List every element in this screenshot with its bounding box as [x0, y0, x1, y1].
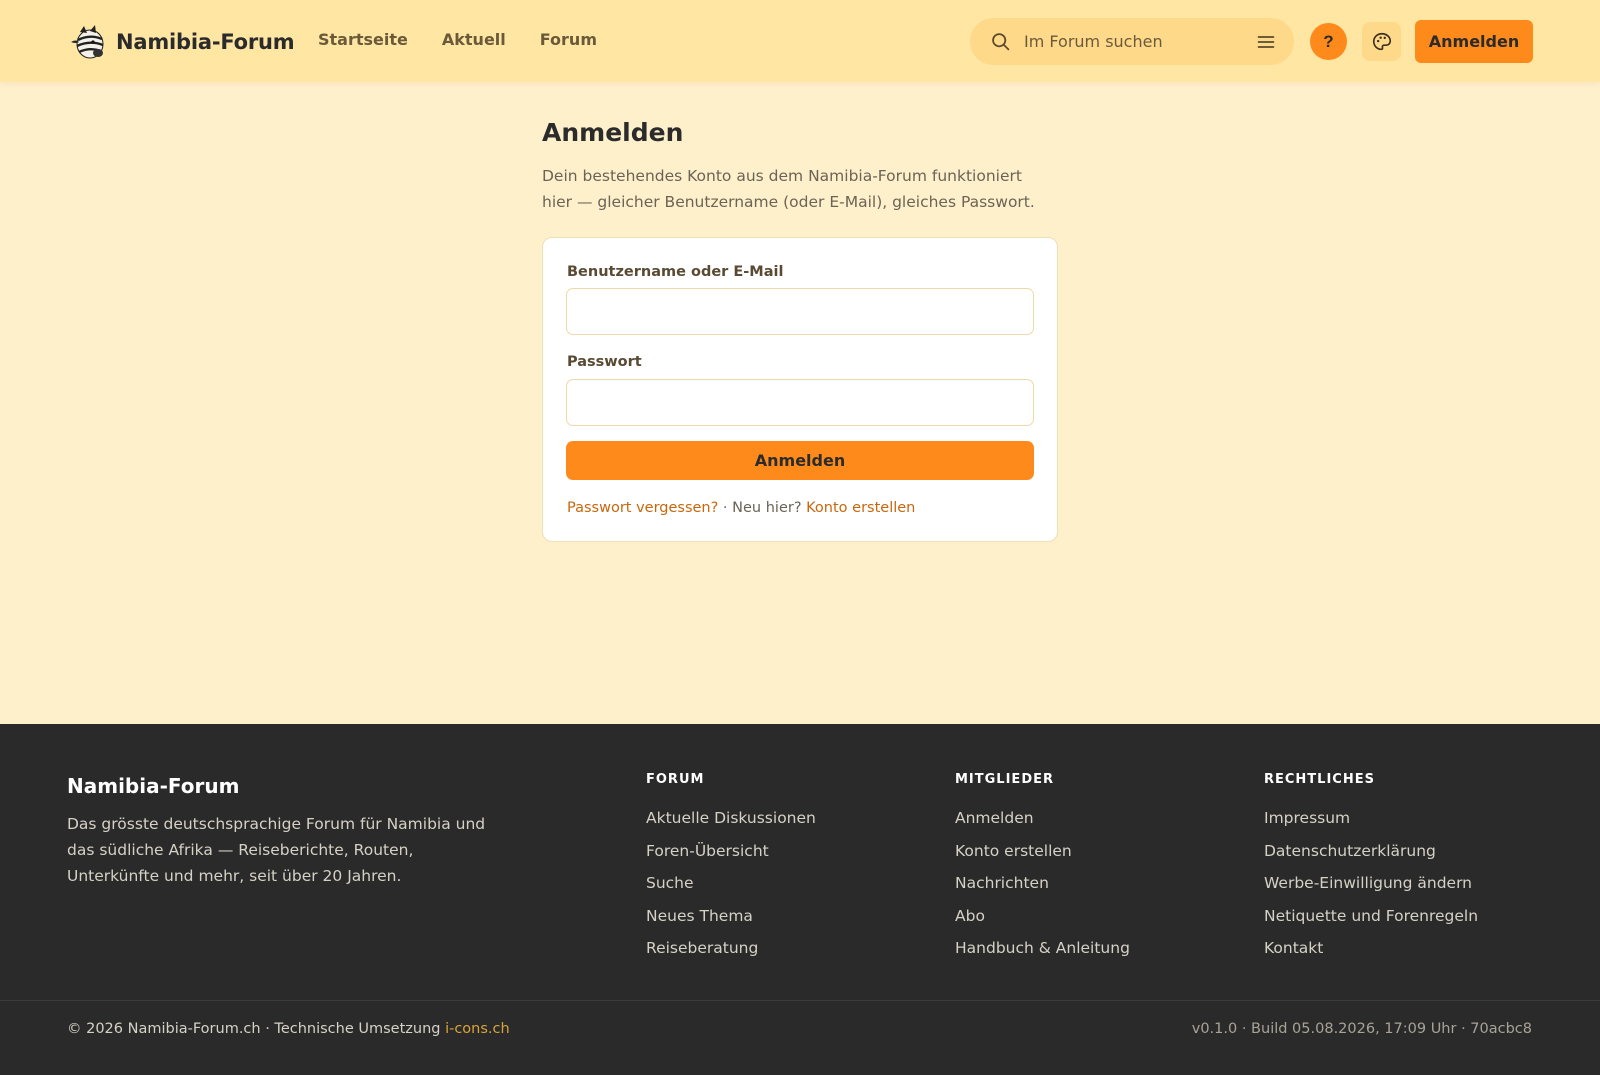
footer-brand: Namibia-Forum — [67, 774, 240, 798]
login-submit-button[interactable]: Anmelden — [566, 441, 1034, 480]
footer-link[interactable]: Reiseberatung — [646, 938, 816, 971]
site-footer: Namibia-Forum Das grösste deutschsprachi… — [0, 724, 1600, 1075]
nav-startseite[interactable]: Startseite — [318, 30, 408, 49]
forgot-password-link[interactable]: Passwort vergessen? — [567, 500, 718, 516]
password-label: Passwort — [567, 354, 642, 370]
page-title: Anmelden — [542, 118, 684, 147]
footer-column-title: MITGLIEDER — [955, 772, 1054, 787]
main-nav: Startseite Aktuell Forum — [318, 30, 631, 49]
footer-link[interactable]: Abo — [955, 906, 1130, 939]
footer-link[interactable]: Datenschutzerklärung — [1264, 841, 1478, 874]
login-section: Anmelden Dein bestehendes Konto aus dem … — [542, 118, 1058, 542]
nav-aktuell[interactable]: Aktuell — [442, 30, 506, 49]
brand-home-link[interactable]: Namibia-Forum — [68, 22, 295, 62]
header-login-button[interactable]: Anmelden — [1415, 20, 1533, 63]
zebra-logo-icon — [71, 25, 104, 59]
help-button[interactable]: ? — [1310, 23, 1347, 60]
copyright-text: © 2026 Namibia-Forum.ch · Technische Ums… — [67, 1021, 446, 1037]
footer-link[interactable]: Nachrichten — [955, 873, 1130, 906]
footer-copyright: © 2026 Namibia-Forum.ch · Technische Ums… — [67, 1021, 510, 1037]
footer-link[interactable]: Foren-Übersicht — [646, 841, 816, 874]
brand-name: Namibia-Forum — [116, 30, 295, 54]
footer-link[interactable]: Werbe-Einwilligung ändern — [1264, 873, 1478, 906]
username-input[interactable] — [566, 288, 1034, 335]
footer-link[interactable]: Impressum — [1264, 808, 1478, 841]
footer-link[interactable]: Kontakt — [1264, 938, 1478, 971]
footer-column-rechtliches: RECHTLICHES Impressum Datenschutzerkläru… — [1264, 772, 1478, 971]
footer-link[interactable]: Handbuch & Anleitung — [955, 938, 1130, 971]
footer-column-title: FORUM — [646, 772, 705, 787]
footer-column-mitglieder: MITGLIEDER Anmelden Konto erstellen Nach… — [955, 772, 1130, 971]
nav-forum[interactable]: Forum — [540, 30, 597, 49]
footer-column-forum: FORUM Aktuelle Diskussionen Foren-Übersi… — [646, 772, 816, 971]
footer-divider — [0, 1000, 1600, 1001]
register-link[interactable]: Konto erstellen — [806, 500, 915, 516]
footer-column-title: RECHTLICHES — [1264, 772, 1375, 787]
login-form: Benutzername oder E-Mail Passwort Anmeld… — [542, 237, 1058, 542]
footer-link[interactable]: Konto erstellen — [955, 841, 1130, 874]
footer-link[interactable]: Neues Thema — [646, 906, 816, 939]
search-bar — [970, 18, 1294, 65]
search-icon — [992, 33, 1010, 51]
username-label: Benutzername oder E-Mail — [567, 264, 784, 280]
theme-button[interactable] — [1362, 22, 1401, 61]
footer-link[interactable]: Anmelden — [955, 808, 1130, 841]
footer-link[interactable]: Suche — [646, 873, 816, 906]
footer-link[interactable]: Aktuelle Diskussionen — [646, 808, 816, 841]
footer-description: Das grösste deutschsprachige Forum für N… — [67, 815, 486, 885]
links-separator: · Neu hier? — [718, 500, 807, 516]
hamburger-menu-icon[interactable] — [1256, 32, 1276, 52]
search-input[interactable] — [1024, 26, 1224, 57]
credit-link[interactable]: i-cons.ch — [445, 1021, 510, 1037]
site-header: Namibia-Forum Startseite Aktuell Forum ?… — [0, 0, 1600, 82]
page-description: Dein bestehendes Konto aus dem Namibia-F… — [542, 167, 1035, 211]
build-version: v0.1.0 · Build 05.08.2026, 17:09 Uhr · 7… — [1191, 1021, 1532, 1037]
palette-icon — [1372, 32, 1391, 50]
password-input[interactable] — [566, 379, 1034, 426]
footer-link[interactable]: Netiquette und Forenregeln — [1264, 906, 1478, 939]
form-links: Passwort vergessen? · Neu hier? Konto er… — [567, 500, 915, 516]
